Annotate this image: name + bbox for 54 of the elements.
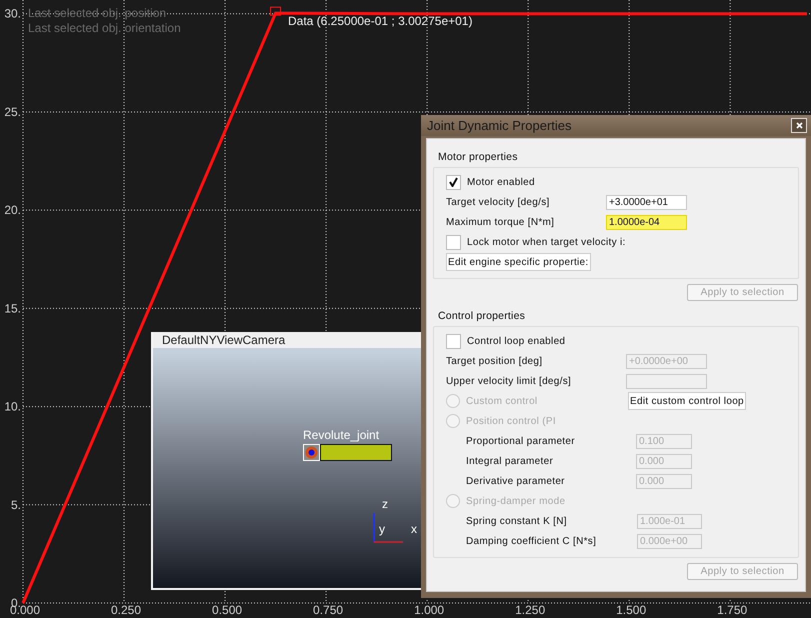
checkbox-label: Lock motor when target velocity i: xyxy=(467,236,626,248)
dialog-title: Joint Dynamic Properties xyxy=(427,118,572,133)
data-point-marker xyxy=(270,6,282,16)
input-field[interactable]: +3.0000e+01 xyxy=(606,194,687,210)
x-tick-label: 0.750 xyxy=(313,603,344,617)
overlay-label: Last selected obj. orientation xyxy=(28,21,181,36)
x-tick-label: 0.250 xyxy=(111,603,142,617)
parameter-label: Damping coefficient C [N*s] xyxy=(466,536,598,546)
parameter-label: Spring constant K [N] xyxy=(466,516,568,526)
x-tick-label: 1.500 xyxy=(616,603,646,617)
overlay-label: Last selected obj. position xyxy=(28,6,168,21)
apply-button[interactable]: Apply to selection xyxy=(687,284,798,301)
checkbox-label: Motor enabled xyxy=(467,176,535,188)
y-tick-label: 20. xyxy=(4,203,21,218)
x-tick-label: 1.750 xyxy=(717,603,748,617)
engine-properties-button[interactable]: Edit engine specific propertie: xyxy=(446,253,590,271)
section-heading: Motor properties xyxy=(438,151,519,163)
y-tick-label: 25. xyxy=(4,104,21,119)
y-tick-label: 10. xyxy=(4,400,21,414)
y-tick-label: 30. xyxy=(4,6,21,21)
input-field[interactable]: 1.0000e-04 xyxy=(606,214,687,230)
x-tick-label: 1.250 xyxy=(515,603,546,617)
radio-label: Position control (PI xyxy=(466,416,557,426)
axis-label: x xyxy=(411,522,417,536)
checkbox-label: Control loop enabled xyxy=(467,336,566,346)
y-tick-label: 15. xyxy=(4,301,21,316)
field-label: Target velocity [deg/s] xyxy=(446,196,551,208)
parameter-label: Integral parameter xyxy=(466,456,554,466)
field-label: Target position [deg] xyxy=(446,356,544,366)
axis-label: z xyxy=(382,498,388,511)
link-bar xyxy=(320,444,392,461)
section-heading: Control properties xyxy=(438,310,526,322)
joint-icon xyxy=(303,444,320,461)
apply-button[interactable]: Apply to selection xyxy=(687,563,798,580)
data-readout-label: Data (6.25000e-01 ; 3.00275e+01) xyxy=(288,14,472,28)
y-tick-label: 5. xyxy=(10,498,21,512)
parameter-label: Proportional parameter xyxy=(466,436,576,446)
joint-label: Revolute_joint xyxy=(303,428,380,442)
radio-label: Custom control xyxy=(466,396,538,406)
checkbox[interactable] xyxy=(446,234,461,250)
checkbox[interactable] xyxy=(446,334,461,348)
checkmark-icon xyxy=(449,177,458,187)
checkbox[interactable] xyxy=(446,174,461,190)
x-tick-label: 0.500 xyxy=(212,603,242,617)
field-label: Maximum torque [N*m] xyxy=(446,216,556,228)
close-button[interactable] xyxy=(791,118,807,133)
axis-label: y xyxy=(379,522,385,536)
close-icon xyxy=(796,122,802,129)
radio-label: Spring-damper mode xyxy=(466,496,566,506)
x-tick-label: 1.000 xyxy=(414,603,444,617)
field-label: Upper velocity limit [deg/s] xyxy=(446,376,572,386)
axis-triad-drawing xyxy=(373,513,403,543)
viewport-title: DefaultNYViewCamera xyxy=(153,332,422,348)
parameter-label: Derivative parameter xyxy=(466,476,566,486)
